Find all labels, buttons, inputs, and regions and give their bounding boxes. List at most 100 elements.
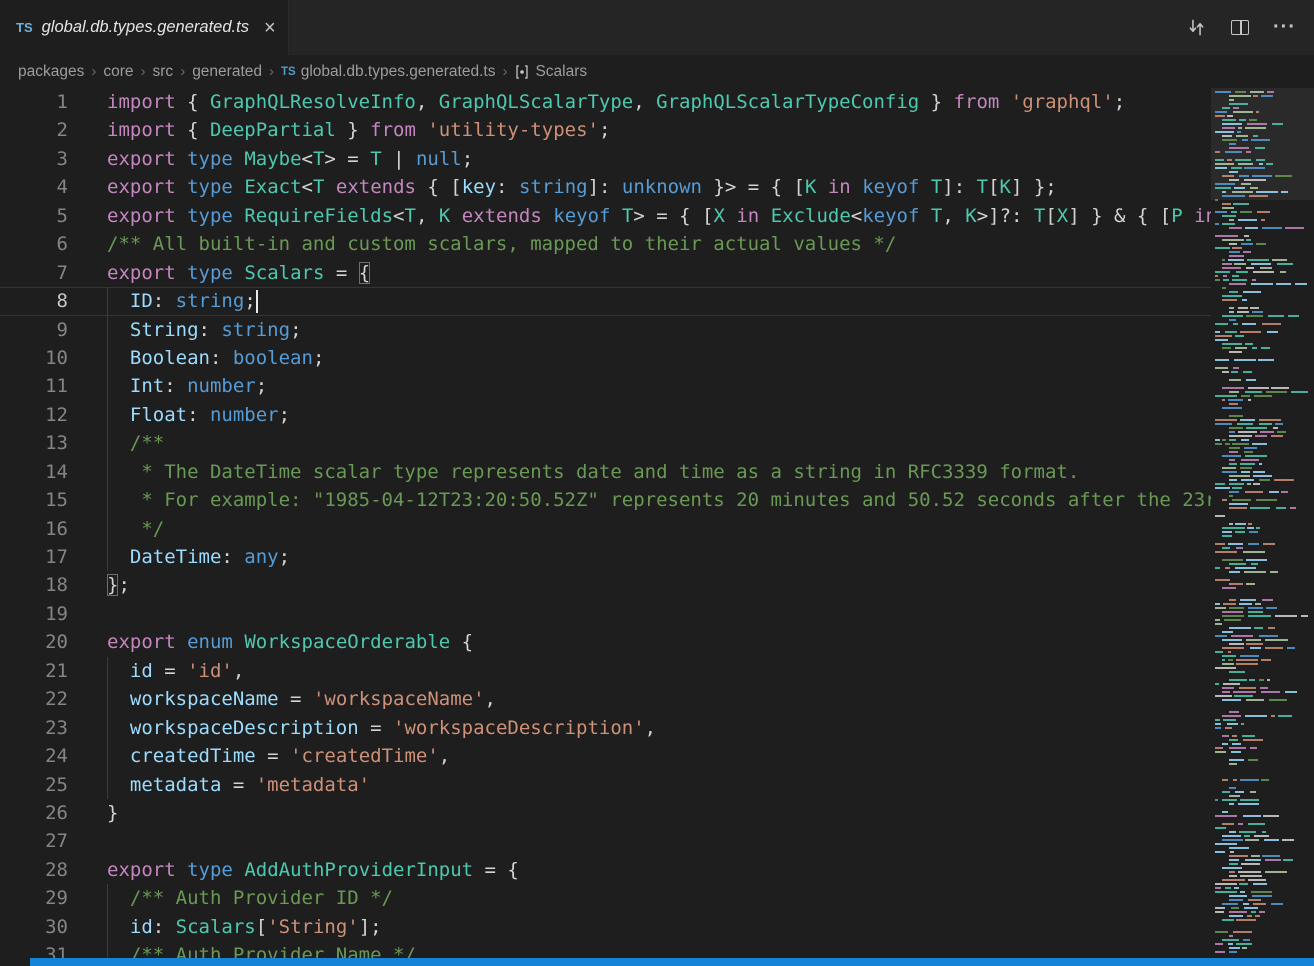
minimap-line <box>1211 491 1314 493</box>
minimap-mark <box>1227 115 1233 117</box>
minimap-mark <box>1238 803 1260 805</box>
open-changes-icon[interactable] <box>1186 18 1207 37</box>
code-line[interactable]: 4export type Exact<T extends { [key: str… <box>0 173 1211 201</box>
code-line[interactable]: 21 id = 'id', <box>0 657 1211 685</box>
line-number[interactable]: 18 <box>0 571 68 599</box>
line-number[interactable]: 11 <box>0 372 68 400</box>
minimap-line <box>1211 379 1314 381</box>
code-line[interactable]: 24 createdTime = 'createdTime', <box>0 742 1211 770</box>
code-line[interactable]: 17 DateTime: any; <box>0 543 1211 571</box>
breadcrumb-item-scalars[interactable]: Scalars <box>514 63 587 81</box>
line-number[interactable]: 23 <box>0 714 68 742</box>
line-number[interactable]: 5 <box>0 202 68 230</box>
line-number[interactable]: 4 <box>0 173 68 201</box>
line-number[interactable]: 26 <box>0 799 68 827</box>
code-line[interactable]: 20export enum WorkspaceOrderable { <box>0 628 1211 656</box>
code-line[interactable]: 13 /** <box>0 429 1211 457</box>
breadcrumb-item-src[interactable]: src <box>153 63 174 81</box>
more-actions-icon[interactable]: ··· <box>1273 16 1296 39</box>
minimap-mark <box>1238 431 1256 433</box>
code-line[interactable]: 25 metadata = 'metadata' <box>0 771 1211 799</box>
line-number[interactable]: 6 <box>0 230 68 258</box>
code-line[interactable]: 9 String: string; <box>0 316 1211 344</box>
code-line[interactable]: 26} <box>0 799 1211 827</box>
code-line[interactable]: 10 Boolean: boolean; <box>0 344 1211 372</box>
code-token: { <box>359 262 370 284</box>
line-number[interactable]: 27 <box>0 827 68 855</box>
code-line[interactable]: 23 workspaceDescription = 'workspaceDesc… <box>0 714 1211 742</box>
line-number[interactable]: 10 <box>0 344 68 372</box>
minimap-mark <box>1222 735 1229 737</box>
code-line[interactable]: 11 Int: number; <box>0 372 1211 400</box>
line-number[interactable]: 22 <box>0 685 68 713</box>
minimap-mark <box>1229 803 1234 805</box>
code-line[interactable]: 19 <box>0 600 1211 628</box>
line-number[interactable]: 7 <box>0 259 68 287</box>
code-line[interactable]: 15 * For example: "1985-04-12T23:20:50.5… <box>0 486 1211 514</box>
minimap-mark <box>1243 251 1251 253</box>
code-line[interactable]: 30 id: Scalars['String']; <box>0 913 1211 941</box>
code-line[interactable]: 29 /** Auth Provider ID */ <box>0 884 1211 912</box>
minimap-mark <box>1262 599 1273 601</box>
minimap[interactable] <box>1211 88 1314 966</box>
minimap-line <box>1211 651 1314 653</box>
indent-guide <box>107 401 108 429</box>
line-number[interactable]: 9 <box>0 316 68 344</box>
code-line-content: /** Auth Provider ID */ <box>107 884 1211 912</box>
code-area[interactable]: 1 import { GraphQLResolveInfo, GraphQLSca… <box>0 88 1211 966</box>
code-line[interactable]: 22 workspaceName = 'workspaceName', <box>0 685 1211 713</box>
line-number[interactable]: 13 <box>0 429 68 457</box>
line-number[interactable]: 25 <box>0 771 68 799</box>
minimap-line <box>1211 447 1314 449</box>
code-line-content: import { GraphQLResolveInfo, GraphQLScal… <box>107 88 1211 116</box>
line-number[interactable]: 20 <box>0 628 68 656</box>
line-number[interactable]: 29 <box>0 884 68 912</box>
breadcrumb-item-core[interactable]: core <box>103 63 133 81</box>
code-editor[interactable]: 1 import { GraphQLResolveInfo, GraphQLSca… <box>0 88 1314 966</box>
line-number[interactable]: 19 <box>0 600 68 628</box>
minimap-mark <box>1222 639 1242 641</box>
tab-global-db-types-generated[interactable]: TS global.db.types.generated.ts × <box>0 0 289 55</box>
line-number[interactable]: 28 <box>0 856 68 884</box>
code-line[interactable]: 12 Float: number; <box>0 401 1211 429</box>
line-number[interactable]: 12 <box>0 401 68 429</box>
breadcrumb-item-global-db-types-generated-ts[interactable]: TSglobal.db.types.generated.ts <box>281 63 495 81</box>
line-number[interactable]: 2 <box>0 116 68 144</box>
code-line[interactable]: 2import { DeepPartial } from 'utility-ty… <box>0 116 1211 144</box>
code-line[interactable]: 3export type Maybe<T> = T | null; <box>0 145 1211 173</box>
minimap-mark <box>1240 655 1260 657</box>
minimap-mark <box>1215 115 1225 117</box>
minimap-mark <box>1263 815 1279 817</box>
code-line[interactable]: 7export type Scalars = { <box>0 259 1211 287</box>
code-token <box>107 916 130 938</box>
minimap-line <box>1211 443 1314 445</box>
line-number[interactable]: 21 <box>0 657 68 685</box>
line-number[interactable]: 3 <box>0 145 68 173</box>
minimap-mark <box>1242 139 1248 141</box>
split-editor-icon[interactable] <box>1231 20 1249 35</box>
code-line[interactable]: 16 */ <box>0 515 1211 543</box>
code-line[interactable]: 6/** All built-in and custom scalars, ma… <box>0 230 1211 258</box>
line-number[interactable]: 24 <box>0 742 68 770</box>
code-line[interactable]: 28export type AddAuthProviderInput = { <box>0 856 1211 884</box>
line-number[interactable]: 14 <box>0 458 68 486</box>
minimap-mark <box>1229 251 1240 253</box>
close-tab-icon[interactable]: × <box>264 18 276 38</box>
code-line[interactable]: 8 ID: string; <box>0 287 1211 315</box>
code-line[interactable]: 18}; <box>0 571 1211 599</box>
line-number[interactable]: 8 <box>0 287 68 315</box>
minimap-mark <box>1222 791 1230 793</box>
code-line[interactable]: 1 import { GraphQLResolveInfo, GraphQLSca… <box>0 88 1211 116</box>
breadcrumb-item-generated[interactable]: generated <box>192 63 262 81</box>
line-number[interactable]: 15 <box>0 486 68 514</box>
minimap-mark <box>1229 871 1235 873</box>
code-line[interactable]: 14 * The DateTime scalar type represents… <box>0 458 1211 486</box>
line-number[interactable]: 17 <box>0 543 68 571</box>
breadcrumb-item-packages[interactable]: packages <box>18 63 84 81</box>
line-number[interactable]: 30 <box>0 913 68 941</box>
code-token: export <box>107 176 176 198</box>
line-number[interactable]: 1 <box>0 88 68 116</box>
code-line[interactable]: 27 <box>0 827 1211 855</box>
code-line[interactable]: 5export type RequireFields<T, K extends … <box>0 202 1211 230</box>
line-number[interactable]: 16 <box>0 515 68 543</box>
